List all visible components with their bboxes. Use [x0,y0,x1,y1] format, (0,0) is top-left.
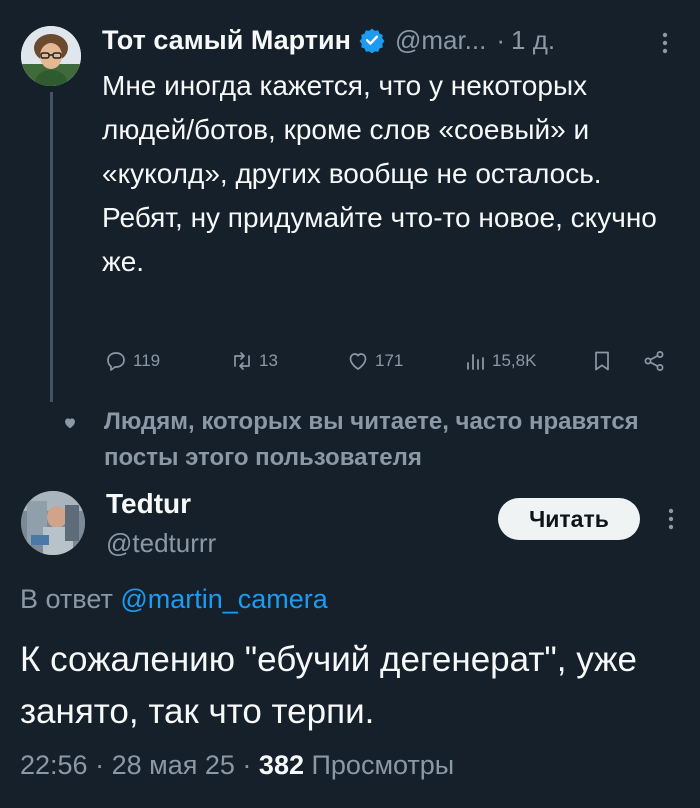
reply-to-mention[interactable]: @martin_camera [120,584,327,614]
separator-dot: · [496,24,506,55]
reply-author-handle[interactable]: @tedturrr [106,528,216,559]
reply-date[interactable]: 28 мая 25 [112,750,235,780]
views-count: 15,8K [492,351,537,370]
author-name[interactable]: Тот самый Мартин [102,25,351,56]
social-context: Людям, которых вы читаете, часто нравятс… [104,408,639,471]
author-handle[interactable]: @mar... [395,25,486,56]
tedtur-avatar-image [21,491,85,555]
retweet-button[interactable]: 13 [230,343,278,379]
tweet-time[interactable]: 1 д. [511,25,555,56]
reply-views-count[interactable]: 382 [259,750,304,780]
more-icon[interactable] [658,30,672,56]
reply-icon [107,352,125,371]
share-icon [644,351,664,371]
like-icon [349,353,367,370]
views-button[interactable]: 15,8K [463,343,536,379]
separator-dot: · [242,750,252,780]
reply-meta: 22:56 · 28 мая 25 · 382 Просмотры [20,750,454,781]
reply-time[interactable]: 22:56 [20,750,88,780]
verified-badge-icon [359,27,385,54]
bookmark-button[interactable] [590,343,619,379]
heart-icon [63,416,77,430]
thread-line [50,92,53,402]
reply-to-prefix: В ответ [20,584,121,614]
retweet-count: 13 [259,351,278,370]
more-icon[interactable] [664,506,678,532]
reply-views-label[interactable]: Просмотры [312,750,455,780]
reply-author-name[interactable]: Tedtur [106,488,191,520]
reply-count: 119 [133,351,161,370]
martin-avatar[interactable] [21,26,81,86]
tweet-text: Мне иногда кажется, что у некоторых люде… [102,70,657,277]
martin-avatar-image [21,26,81,86]
follow-button[interactable]: Читать [498,498,640,540]
tweet-actions: 119 13 171 15,8K [100,343,680,379]
reply-button[interactable]: 119 [104,343,160,379]
reply-to: В ответ @martin_camera [20,584,328,615]
like-button[interactable]: 171 [346,343,403,379]
tedtur-avatar[interactable] [21,491,85,555]
retweet-icon [234,352,250,370]
like-count: 171 [375,351,404,370]
reply-text: К сожалению "ебучий дегенерат", уже заня… [20,640,638,731]
bookmark-icon [595,351,609,371]
tweet-header: Тот самый Мартин @mar... · 1 д. [102,20,555,60]
views-icon [467,354,484,370]
separator-dot: · [95,750,105,780]
share-button[interactable] [642,343,671,379]
